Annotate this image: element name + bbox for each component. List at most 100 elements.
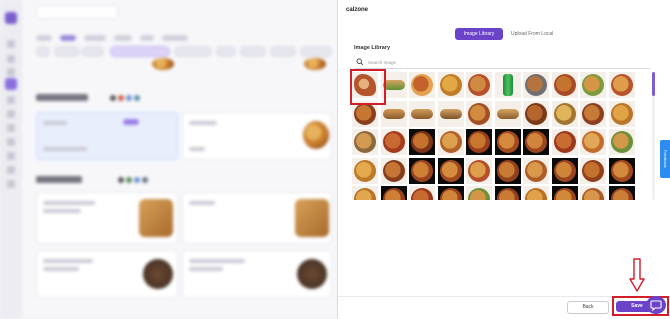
image-thumbnail — [610, 74, 633, 96]
image-thumbnail — [468, 102, 490, 125]
image-tile-pizza-black-10[interactable] — [437, 186, 464, 200]
image-search — [354, 58, 650, 69]
image-tile-pizza-black-3[interactable] — [523, 129, 549, 155]
source-tabs: Image Library Upload From Local — [455, 28, 561, 40]
image-thumbnail — [468, 159, 490, 182]
image-tile-fries-tray[interactable] — [551, 100, 578, 127]
image-tile-hotdog-tray-3[interactable] — [494, 100, 521, 127]
image-tile-hawaiian-pizza[interactable] — [580, 129, 606, 155]
image-thumbnail — [582, 102, 604, 125]
scrollbar-thumb[interactable] — [652, 72, 655, 96]
image-thumbnail — [582, 159, 604, 182]
image-tile-pizza-black-7[interactable] — [551, 157, 578, 184]
image-thumbnail — [382, 188, 405, 200]
image-tile-hotdog-tray-2[interactable] — [437, 100, 464, 127]
menu-item-card — [36, 192, 178, 244]
image-library-heading: Image Library — [354, 45, 391, 51]
image-tile-veggie-pizza-2[interactable] — [608, 129, 635, 155]
selected-image-highlight — [350, 69, 386, 105]
image-thumbnail — [439, 131, 462, 153]
image-thumbnail — [411, 131, 433, 153]
image-tile-pizza-whole-2[interactable] — [523, 157, 549, 184]
image-tile-pizza-whole-3[interactable] — [580, 186, 606, 200]
feedback-tab[interactable]: Feedback — [660, 140, 670, 178]
image-tile-hotdog-tray-1[interactable] — [409, 100, 435, 127]
image-tile-wings-tray[interactable] — [523, 100, 549, 127]
image-tile-supreme-pizza[interactable] — [551, 72, 578, 98]
tab-image-library[interactable]: Image Library — [455, 28, 503, 40]
image-tile-meatball-pizza[interactable] — [580, 100, 606, 127]
image-tile-pizza-black-1[interactable] — [466, 129, 492, 155]
nav-icon — [7, 40, 15, 48]
image-tile-mushroom-pizza[interactable] — [352, 129, 378, 155]
back-button[interactable]: Back — [567, 301, 609, 314]
food-thumb — [152, 58, 174, 70]
nav-icon — [7, 96, 15, 104]
image-tile-pizza-black-9[interactable] — [380, 186, 407, 200]
image-tile-pizza-black-13[interactable] — [608, 186, 635, 200]
color-swatch — [110, 95, 116, 101]
image-tile-pizza-black-8[interactable] — [608, 157, 635, 184]
image-thumbnail — [468, 188, 490, 200]
image-tile-bbq-pizza-2[interactable] — [380, 157, 407, 184]
image-thumbnail — [502, 74, 513, 96]
image-thumbnail — [439, 74, 462, 96]
image-tile-margherita-pizza[interactable] — [608, 72, 635, 98]
image-tile-cheese-pizza-2[interactable] — [608, 100, 635, 127]
image-tile-chicken-bites-bowl[interactable] — [523, 72, 549, 98]
image-thumbnail — [610, 131, 633, 153]
color-swatch — [118, 95, 124, 101]
tab-upload-from-local[interactable]: Upload From Local — [503, 28, 561, 40]
image-tile-soda-can[interactable] — [494, 72, 521, 98]
image-tile-veggie-pizza[interactable] — [580, 72, 606, 98]
color-swatch — [126, 95, 132, 101]
panel-title: calzone — [346, 7, 369, 13]
image-tile-cheese-pizza-4[interactable] — [352, 186, 378, 200]
image-tile-pizza-black-4[interactable] — [409, 157, 435, 184]
nav-icon-active — [5, 78, 17, 90]
image-thumbnail — [582, 131, 604, 153]
image-tile-pizza-black-6[interactable] — [494, 157, 521, 184]
image-grid — [352, 72, 648, 200]
image-tile-pizza-black-2[interactable] — [494, 129, 521, 155]
image-thumbnail — [468, 74, 490, 96]
image-tile-pizza-black-5[interactable] — [437, 157, 464, 184]
top-search — [36, 5, 118, 19]
nav-icon — [7, 55, 15, 63]
image-tile-veggie-pizza-3[interactable] — [466, 186, 492, 200]
image-thumbnail — [354, 102, 376, 125]
image-thumbnail — [553, 159, 576, 182]
section-title — [36, 176, 82, 183]
image-thumbnail — [411, 159, 433, 182]
image-tile-pepperoni-pizza-2[interactable] — [380, 129, 407, 155]
image-tile-pizza-black-11[interactable] — [494, 186, 521, 200]
image-thumbnail — [382, 131, 405, 153]
search-icon — [356, 58, 364, 66]
nav-icon — [7, 152, 15, 160]
image-thumbnail — [610, 188, 633, 200]
image-tile-pizza-black-12[interactable] — [551, 186, 578, 200]
nav-rail — [0, 0, 23, 318]
image-grid-scrollbar[interactable] — [652, 72, 655, 200]
chat-icon — [650, 300, 662, 312]
image-tile-deep-dish-pizza[interactable] — [409, 129, 435, 155]
image-tile-supreme-pizza-2[interactable] — [580, 157, 606, 184]
image-tile-pizza-whole[interactable] — [437, 129, 464, 155]
image-tile-cheese-pizza[interactable] — [437, 72, 464, 98]
image-thumbnail — [439, 188, 462, 200]
image-tile-pepperoni-pizza-4[interactable] — [409, 186, 435, 200]
color-swatch — [134, 95, 140, 101]
image-tile-pepperoni-pizza-3[interactable] — [551, 129, 578, 155]
image-tile-pizza-slice-box[interactable] — [466, 72, 492, 98]
image-tile-cheese-pizza-3[interactable] — [352, 157, 378, 184]
category-chips — [36, 46, 336, 57]
chat-support-button[interactable] — [646, 296, 666, 314]
search-input[interactable] — [368, 58, 638, 67]
image-tile-pizza-tray[interactable] — [466, 100, 492, 127]
image-tile-pepperoni-pizza[interactable] — [409, 72, 435, 98]
image-tile-margherita-pizza-2[interactable] — [466, 157, 492, 184]
image-tile-cheese-pizza-5[interactable] — [523, 186, 549, 200]
nav-icon — [7, 68, 15, 76]
image-thumbnail — [553, 131, 576, 153]
image-thumbnail — [411, 74, 433, 96]
